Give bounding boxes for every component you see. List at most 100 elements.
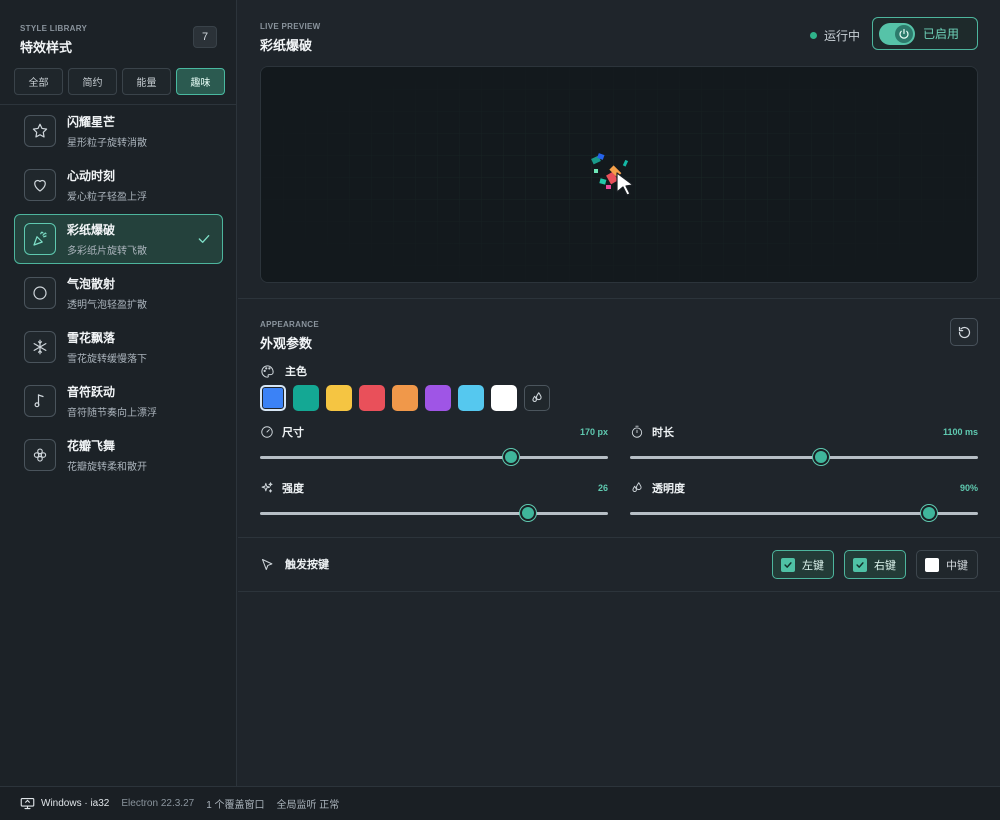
style-item-sparkle-star[interactable]: 闪耀星芒 星形粒子旋转消散 xyxy=(14,106,223,156)
trigger-label-row: 触发按键 xyxy=(260,556,329,572)
intensity-slider: 强度 26 xyxy=(260,480,608,521)
status-bar: Windows · ia32 Electron 22.3.27 1 个覆盖窗口 … xyxy=(0,786,1000,820)
preview-eyebrow: LIVE PREVIEW xyxy=(260,22,321,31)
style-name: 心动时刻 xyxy=(67,169,116,183)
trigger-middle-button[interactable]: 中键 xyxy=(916,550,978,579)
run-status: 运行中 xyxy=(810,27,860,44)
reset-icon xyxy=(958,326,970,338)
bubble-icon xyxy=(24,277,56,309)
droplets-icon xyxy=(532,392,542,402)
style-name: 闪耀星芒 xyxy=(67,115,116,129)
trigger-middle-label: 中键 xyxy=(946,559,968,572)
intensity-label: 强度 xyxy=(282,483,304,495)
duration-label: 时长 xyxy=(652,427,674,439)
enable-label: 已启用 xyxy=(923,27,960,41)
timer-icon xyxy=(631,425,643,438)
filter-minimal[interactable]: 简约 xyxy=(68,68,117,95)
color-swatch[interactable] xyxy=(293,385,319,411)
style-item-snowfall[interactable]: 雪花飘落 雪花旋转缓慢落下 xyxy=(14,322,223,372)
style-desc: 音符随节奏向上漂浮 xyxy=(67,408,157,419)
checkbox-unchecked-icon xyxy=(925,557,939,572)
platform-text: Windows · ia32 xyxy=(41,798,110,809)
reset-button[interactable] xyxy=(950,318,978,346)
style-item-confetti[interactable]: 彩纸爆破 多彩纸片旋转飞散 xyxy=(14,214,223,264)
style-desc: 花瓣旋转柔和散开 xyxy=(67,462,147,473)
toggle-switch[interactable] xyxy=(879,22,915,45)
gauge-icon xyxy=(261,426,273,438)
color-swatch[interactable] xyxy=(458,385,484,411)
color-swatch[interactable] xyxy=(491,385,517,411)
duration-thumb[interactable] xyxy=(813,449,830,465)
style-count-badge: 7 xyxy=(193,26,217,48)
heart-icon xyxy=(24,169,56,201)
sidebar: STYLE LIBRARY 特效样式 7 全部 简约 能量 趣味 闪耀星芒 星形… xyxy=(0,0,237,786)
opacity-slider: 透明度 90% xyxy=(630,480,978,521)
style-item-bubbles[interactable]: 气泡散射 透明气泡轻盈扩散 xyxy=(14,268,223,318)
color-swatch[interactable] xyxy=(359,385,385,411)
monitor-icon xyxy=(20,797,35,810)
filter-energy[interactable]: 能量 xyxy=(122,68,171,95)
trigger-right-button[interactable]: 右键 xyxy=(844,550,906,579)
duration-track[interactable] xyxy=(630,449,978,465)
preview-title: 彩纸爆破 xyxy=(260,38,313,53)
style-name: 雪花飘落 xyxy=(67,331,116,345)
section-divider xyxy=(238,591,1000,592)
style-name: 花瓣飞舞 xyxy=(67,439,116,453)
size-value: 170 px xyxy=(579,427,608,437)
sidebar-header: STYLE LIBRARY 特效样式 xyxy=(20,24,87,56)
sparkles-icon xyxy=(261,482,273,493)
cursor-icon xyxy=(616,172,634,196)
trigger-right-label: 右键 xyxy=(874,559,896,572)
section-divider xyxy=(238,537,1000,538)
opacity-icon xyxy=(632,482,642,492)
style-item-music-notes[interactable]: 音符跃动 音符随节奏向上漂浮 xyxy=(14,376,223,426)
style-desc: 雪花旋转缓慢落下 xyxy=(67,354,147,365)
live-preview-canvas[interactable] xyxy=(260,66,978,283)
electron-version: Electron 22.3.27 xyxy=(121,798,195,809)
style-list: 闪耀星芒 星形粒子旋转消散 心动时刻 爱心粒子轻盈上浮 彩纸爆破 多彩纸片旋转飞… xyxy=(14,106,223,484)
enable-toggle-button[interactable]: 已启用 xyxy=(872,17,978,50)
check-icon xyxy=(196,231,212,252)
overlay-count: 1 个覆盖窗口 xyxy=(206,800,265,811)
opacity-label: 透明度 xyxy=(652,483,685,495)
filter-tabs: 全部 简约 能量 趣味 xyxy=(14,68,225,95)
style-name: 音符跃动 xyxy=(67,385,116,399)
style-item-petals[interactable]: 花瓣飞舞 花瓣旋转柔和散开 xyxy=(14,430,223,480)
style-desc: 多彩纸片旋转飞散 xyxy=(67,246,147,257)
color-label: 主色 xyxy=(285,366,307,378)
style-item-heartbeat[interactable]: 心动时刻 爱心粒子轻盈上浮 xyxy=(14,160,223,210)
opacity-track[interactable] xyxy=(630,505,978,521)
monitor-status: 全局监听 正常 xyxy=(276,800,340,811)
filter-fun[interactable]: 趣味 xyxy=(176,68,225,95)
appearance-title: 外观参数 xyxy=(260,336,313,351)
color-swatches xyxy=(260,385,550,411)
appearance-header: APPEARANCE 外观参数 xyxy=(260,320,319,352)
run-status-text: 运行中 xyxy=(824,29,861,43)
style-desc: 星形粒子旋转消散 xyxy=(67,138,147,149)
color-swatch[interactable] xyxy=(425,385,451,411)
opacity-thumb[interactable] xyxy=(921,505,938,521)
color-swatch[interactable] xyxy=(392,385,418,411)
duration-slider: 时长 1100 ms xyxy=(630,424,978,465)
star-icon xyxy=(24,115,56,147)
preview-header: LIVE PREVIEW 彩纸爆破 xyxy=(260,22,321,54)
main-panel: LIVE PREVIEW 彩纸爆破 运行中 已启用 APPEARANCE 外观参… xyxy=(238,0,1000,786)
color-label-row: 主色 xyxy=(260,363,307,379)
snowflake-icon xyxy=(24,331,56,363)
intensity-thumb[interactable] xyxy=(519,505,536,521)
sidebar-divider xyxy=(0,104,237,105)
style-name: 彩纸爆破 xyxy=(67,223,116,237)
intensity-track[interactable] xyxy=(260,505,608,521)
trigger-left-button[interactable]: 左键 xyxy=(772,550,834,579)
custom-color-button[interactable] xyxy=(524,385,550,411)
color-swatch[interactable] xyxy=(326,385,352,411)
color-swatch[interactable] xyxy=(260,385,286,411)
size-thumb[interactable] xyxy=(502,449,519,465)
flower-icon xyxy=(24,439,56,471)
size-track[interactable] xyxy=(260,449,608,465)
intensity-value: 26 xyxy=(597,483,608,493)
filter-all[interactable]: 全部 xyxy=(14,68,63,95)
section-divider xyxy=(238,298,1000,299)
party-popper-icon xyxy=(24,223,56,255)
sidebar-title: 特效样式 xyxy=(20,40,73,55)
